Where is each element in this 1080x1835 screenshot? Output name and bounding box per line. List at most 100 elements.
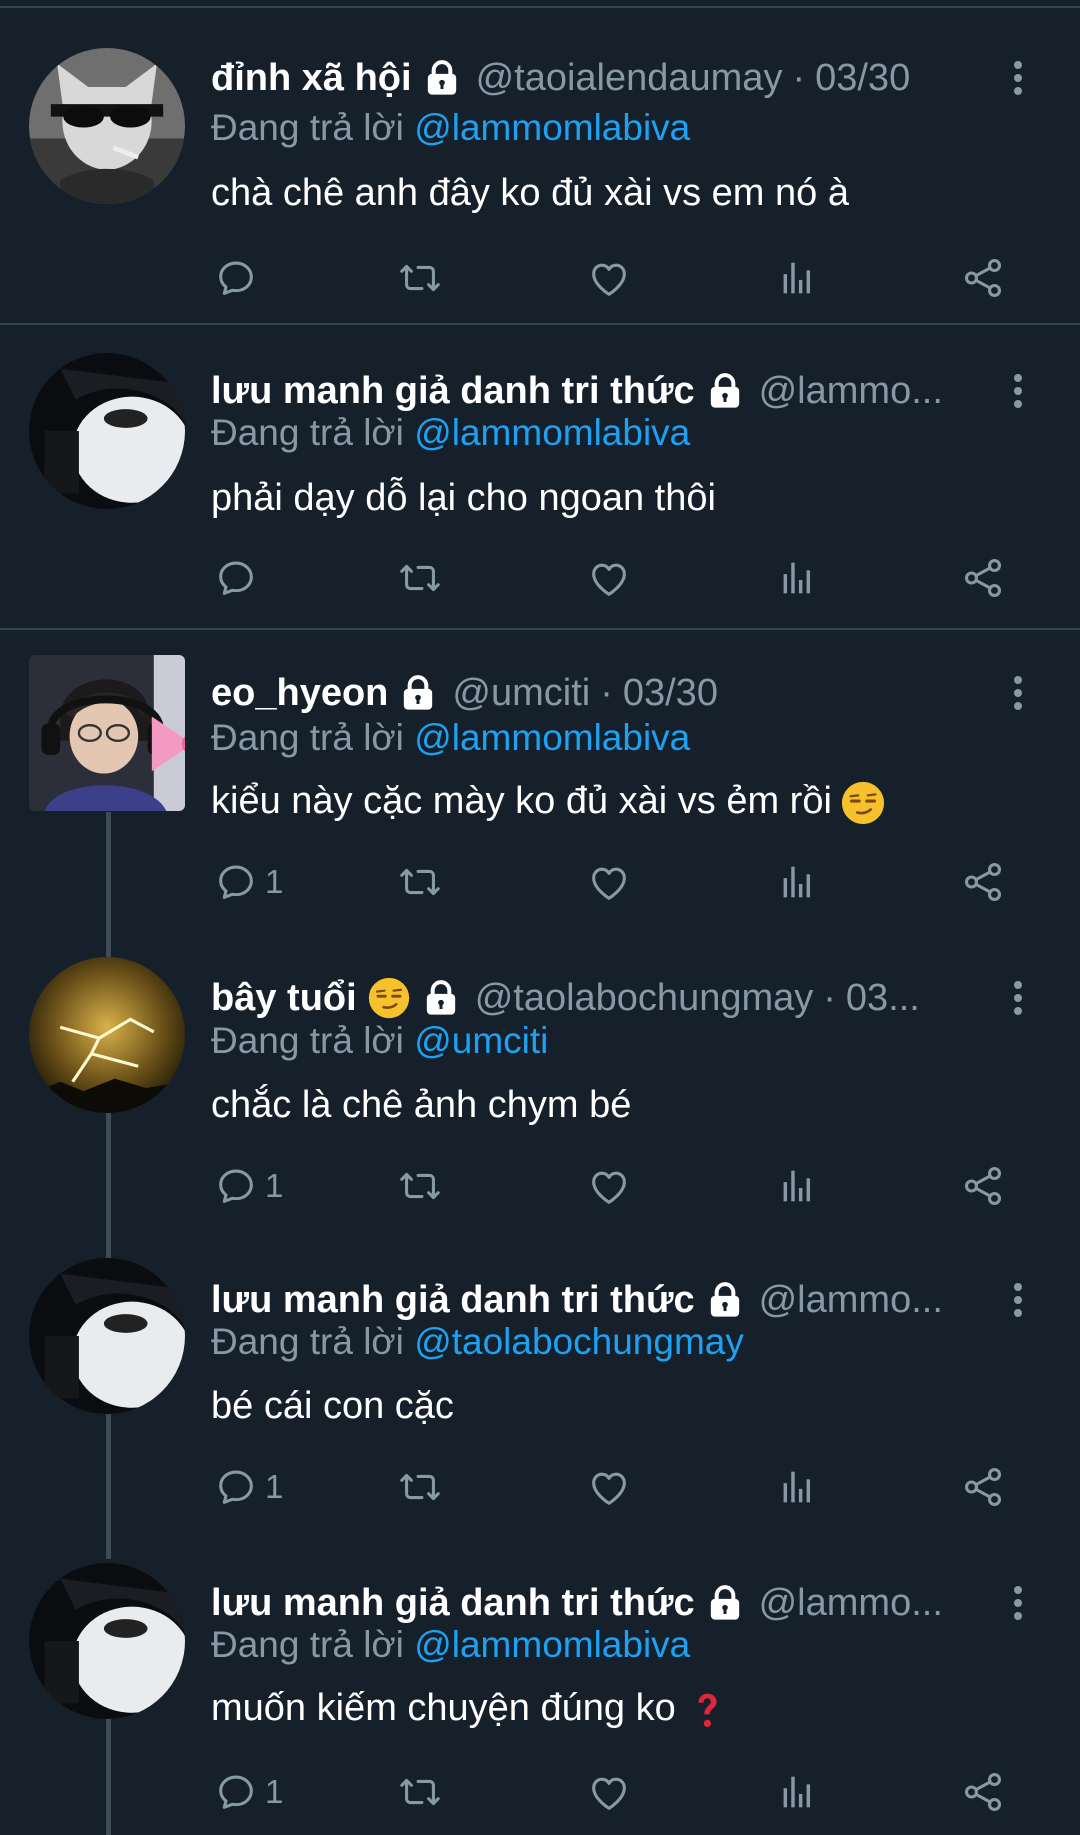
retweet-button[interactable] xyxy=(397,1161,443,1211)
tweet[interactable]: đỉnh xã hội @taoialendaumay · 03/30 Đang… xyxy=(0,8,1080,325)
reply-button[interactable]: 1 xyxy=(213,1161,283,1211)
user-handle[interactable]: @umciti xyxy=(452,672,590,715)
tweet[interactable]: lưu manh giả danh tri thức @lammo... Đan… xyxy=(0,1235,1080,1540)
retweet-icon xyxy=(397,1163,443,1209)
replying-handle[interactable]: @lammomlabiva xyxy=(414,107,690,148)
reply-icon xyxy=(213,1769,259,1815)
like-button[interactable] xyxy=(586,553,632,603)
heart-icon xyxy=(586,255,632,301)
lock-icon xyxy=(705,1583,745,1623)
analytics-button[interactable] xyxy=(774,1462,820,1512)
analytics-button[interactable] xyxy=(774,1161,820,1211)
replying-handle[interactable]: @lammomlabiva xyxy=(414,412,690,453)
like-button[interactable] xyxy=(586,1767,632,1817)
share-button[interactable] xyxy=(960,1767,1006,1817)
avatar[interactable] xyxy=(29,1563,185,1719)
user-handle[interactable]: @lammo... xyxy=(759,370,943,413)
heart-icon xyxy=(586,1769,632,1815)
tweet-date[interactable]: 03... xyxy=(846,977,920,1020)
retweet-icon xyxy=(397,555,443,601)
share-icon xyxy=(960,555,1006,601)
reply-icon xyxy=(213,1163,259,1209)
avatar[interactable] xyxy=(29,353,185,509)
more-vertical-icon[interactable] xyxy=(1003,978,1033,1018)
tweet-header: bây tuổi @taolabochungmay · 03... xyxy=(211,973,971,1023)
like-button[interactable] xyxy=(586,253,632,303)
avatar[interactable] xyxy=(29,1258,185,1414)
display-name[interactable]: lưu manh giả danh tri thức xyxy=(211,370,695,413)
retweet-icon xyxy=(397,859,443,905)
like-button[interactable] xyxy=(586,857,632,907)
user-handle[interactable]: @lammo... xyxy=(759,1279,943,1322)
display-name[interactable]: bây tuổi xyxy=(211,977,357,1020)
reply-button[interactable]: 1 xyxy=(213,1462,283,1512)
action-bar xyxy=(0,553,1080,603)
retweet-button[interactable] xyxy=(397,857,443,907)
share-button[interactable] xyxy=(960,553,1006,603)
tweet-text: muốn kiếm chuyện đúng ko xyxy=(211,1683,730,1733)
replying-to: Đang trả lời @lammomlabiva xyxy=(211,714,690,762)
replying-handle[interactable]: @taolabochungmay xyxy=(414,1321,744,1362)
display-name[interactable]: lưu manh giả danh tri thức xyxy=(211,1279,695,1322)
share-button[interactable] xyxy=(960,1161,1006,1211)
replying-to: Đang trả lời @umciti xyxy=(211,1017,548,1065)
like-button[interactable] xyxy=(586,1161,632,1211)
retweet-button[interactable] xyxy=(397,553,443,603)
display-name[interactable]: đỉnh xã hội xyxy=(211,57,412,100)
user-handle[interactable]: @taoialendaumay xyxy=(476,57,783,100)
more-vertical-icon[interactable] xyxy=(1003,1280,1033,1320)
tweet-text-content: bé cái con cặc xyxy=(211,1385,454,1427)
like-button[interactable] xyxy=(586,1462,632,1512)
tweet[interactable]: lưu manh giả danh tri thức @lammo... Đan… xyxy=(0,1540,1080,1835)
analytics-icon xyxy=(774,1464,820,1510)
replying-handle[interactable]: @lammomlabiva xyxy=(414,717,690,758)
retweet-button[interactable] xyxy=(397,253,443,303)
reply-icon xyxy=(213,1464,259,1510)
heart-icon xyxy=(586,1163,632,1209)
retweet-button[interactable] xyxy=(397,1462,443,1512)
tweet-date[interactable]: 03/30 xyxy=(815,57,910,100)
reply-icon xyxy=(213,859,259,905)
retweet-icon xyxy=(397,1769,443,1815)
more-vertical-icon[interactable] xyxy=(1003,58,1033,98)
retweet-button[interactable] xyxy=(397,1767,443,1817)
more-vertical-icon[interactable] xyxy=(1003,673,1033,713)
user-handle[interactable]: @lammo... xyxy=(759,1582,943,1625)
reply-button[interactable]: 1 xyxy=(213,857,283,907)
reply-button[interactable]: 1 xyxy=(213,1767,283,1817)
more-vertical-icon[interactable] xyxy=(1003,371,1033,411)
tweet-text-content: muốn kiếm chuyện đúng ko xyxy=(211,1687,676,1729)
replying-handle[interactable]: @lammomlabiva xyxy=(414,1624,690,1665)
user-handle[interactable]: @taolabochungmay xyxy=(475,977,814,1020)
avatar[interactable] xyxy=(29,48,185,204)
replying-to: Đang trả lời @lammomlabiva xyxy=(211,104,690,152)
reply-button[interactable] xyxy=(213,553,265,603)
analytics-button[interactable] xyxy=(774,253,820,303)
tweet-text: chắc là chê ảnh chym bé xyxy=(211,1080,631,1130)
tweet-date[interactable]: 03/30 xyxy=(623,672,718,715)
tweet[interactable]: eo_hyeon @umciti · 03/30 Đang trả lời @l… xyxy=(0,630,1080,935)
heart-icon xyxy=(586,859,632,905)
avatar[interactable] xyxy=(29,655,185,811)
more-vertical-icon[interactable] xyxy=(1003,1583,1033,1623)
avatar[interactable] xyxy=(29,957,185,1113)
share-button[interactable] xyxy=(960,1462,1006,1512)
meta-separator: · xyxy=(792,56,806,99)
replying-handle[interactable]: @umciti xyxy=(414,1020,548,1061)
share-icon xyxy=(960,255,1006,301)
share-button[interactable] xyxy=(960,253,1006,303)
lock-icon xyxy=(705,371,745,411)
display-name[interactable]: eo_hyeon xyxy=(211,672,388,715)
tweet[interactable]: lưu manh giả danh tri thức @lammo... Đan… xyxy=(0,325,1080,630)
lock-icon xyxy=(398,673,438,713)
analytics-button[interactable] xyxy=(774,553,820,603)
analytics-button[interactable] xyxy=(774,1767,820,1817)
lock-icon xyxy=(421,978,461,1018)
display-name[interactable]: lưu manh giả danh tri thức xyxy=(211,1582,695,1625)
analytics-button[interactable] xyxy=(774,857,820,907)
tweet[interactable]: bây tuổi @taolabochungmay · 03... Đang t… xyxy=(0,935,1080,1235)
share-button[interactable] xyxy=(960,857,1006,907)
tweet-text: bé cái con cặc xyxy=(211,1381,454,1431)
share-icon xyxy=(960,1769,1006,1815)
reply-button[interactable] xyxy=(213,253,265,303)
